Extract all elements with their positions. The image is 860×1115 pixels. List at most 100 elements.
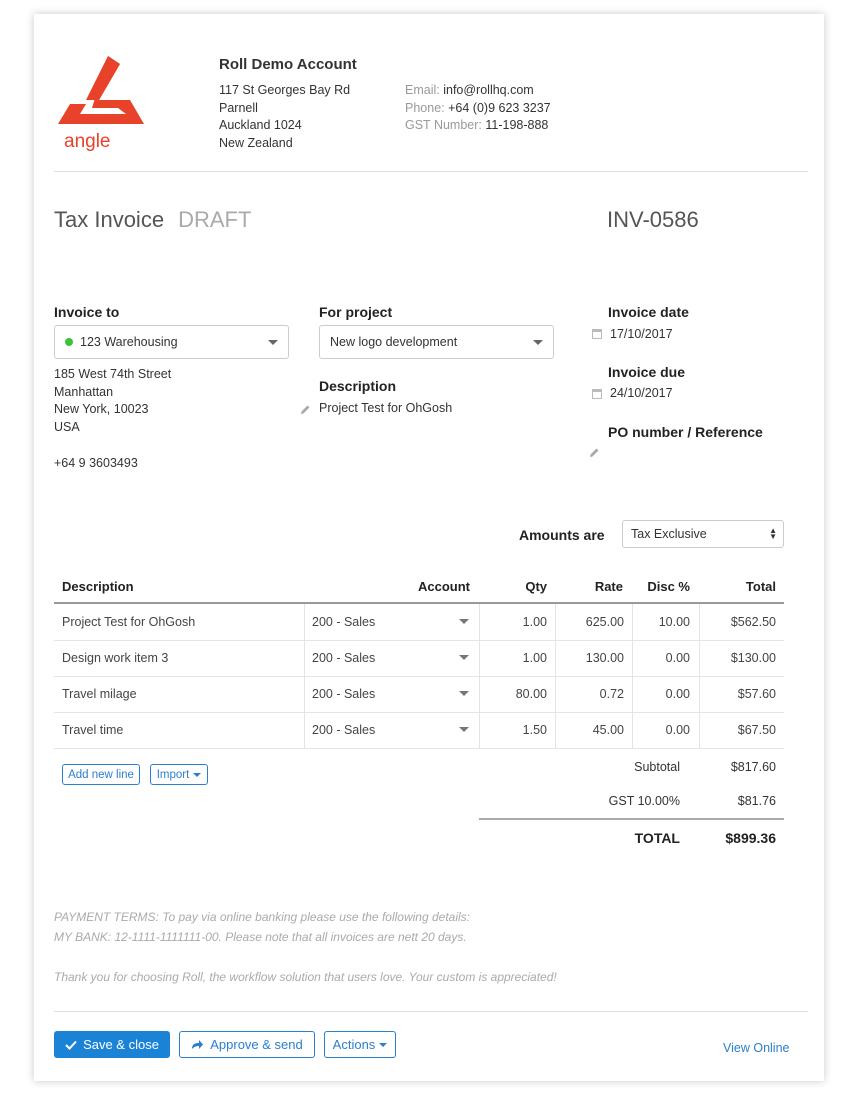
subtotal-label: Subtotal	[634, 760, 680, 774]
cell-divider	[304, 676, 305, 712]
client-address-line: Manhattan	[54, 384, 114, 399]
phone-value: +64 (0)9 623 3237	[448, 100, 551, 115]
gst-label: GST Number:	[405, 118, 482, 133]
updown-icon: ▲ ▼	[769, 526, 777, 541]
row-qty[interactable]: 1.50	[479, 712, 547, 748]
pencil-icon[interactable]	[588, 447, 600, 459]
table-row: Travel time 200 - Sales 1.50 45.00 0.00 …	[54, 712, 784, 749]
chevron-down-icon[interactable]	[459, 691, 469, 696]
company-address-line: 117 St Georges Bay Rd	[219, 83, 351, 97]
table-row: Project Test for OhGosh 200 - Sales 1.00…	[54, 604, 784, 641]
check-icon	[65, 1040, 77, 1050]
table-row: Design work item 3 200 - Sales 1.00 130.…	[54, 640, 784, 677]
invoice-date-label: Invoice date	[608, 304, 689, 320]
client-address-line: 185 West 74th Street	[54, 367, 172, 381]
divider	[54, 171, 808, 172]
caret-down-icon	[379, 1042, 388, 1047]
col-account: Account	[418, 579, 470, 594]
calendar-icon[interactable]	[592, 389, 602, 399]
row-account[interactable]: 200 - Sales	[312, 676, 375, 712]
chevron-down-icon	[268, 340, 278, 345]
chevron-down-icon[interactable]	[459, 655, 469, 660]
col-qty: Qty	[525, 579, 547, 594]
row-total: $67.50	[737, 723, 776, 737]
approve-send-label: Approve & send	[210, 1037, 303, 1052]
invoice-date-value[interactable]: 17/10/2017	[610, 326, 673, 344]
row-rate[interactable]: 0.72	[555, 676, 624, 712]
cell-divider	[304, 604, 305, 640]
client-select[interactable]: 123 Warehousing	[54, 325, 289, 359]
company-address-line: Auckland 1024	[219, 118, 302, 133]
table-row: Travel milage 200 - Sales 80.00 0.72 0.0…	[54, 676, 784, 713]
totals-rule	[479, 818, 784, 820]
row-description[interactable]: Project Test for OhGosh	[62, 604, 195, 640]
actions-label: Actions	[332, 1037, 376, 1052]
chevron-down-icon[interactable]	[459, 619, 469, 624]
company-contact: Email: info@rollhq.com Phone: +64 (0)9 6…	[405, 82, 551, 135]
row-disc[interactable]: 10.00	[632, 604, 690, 640]
footer-divider	[54, 1011, 808, 1012]
row-rate[interactable]: 45.00	[555, 712, 624, 748]
invoice-number: INV-0586	[607, 207, 699, 232]
cell-divider	[304, 712, 305, 748]
gst-value: 11-198-888	[485, 118, 549, 133]
cell-divider	[304, 640, 305, 676]
invoice-type: Tax Invoice	[54, 207, 165, 232]
caret-down-icon	[193, 772, 202, 777]
share-arrow-icon	[192, 1040, 204, 1049]
save-close-label: Save & close	[83, 1037, 159, 1052]
bank-details: MY BANK: 12-1111-1111111-00. Please note…	[54, 930, 467, 944]
row-rate[interactable]: 625.00	[555, 604, 624, 640]
row-description[interactable]: Travel time	[62, 712, 123, 748]
row-rate[interactable]: 130.00	[555, 640, 624, 676]
po-number-label: PO number / Reference	[608, 424, 763, 440]
approve-send-button[interactable]: Approve & send	[179, 1031, 315, 1058]
import-button[interactable]: Import	[150, 764, 208, 785]
total-label: TOTAL	[634, 830, 680, 846]
client-phone: +64 9 3603493	[54, 456, 138, 470]
total-value: $899.36	[725, 830, 776, 846]
invoice-due-value[interactable]: 24/10/2017	[610, 385, 673, 403]
tax-mode-select[interactable]: Tax Exclusive ▲ ▼	[622, 520, 784, 548]
row-account[interactable]: 200 - Sales	[312, 604, 375, 640]
payment-terms: PAYMENT TERMS: To pay via online banking…	[54, 910, 470, 924]
description-value[interactable]: Project Test for OhGosh	[319, 400, 452, 418]
logo-mark-stroke	[86, 56, 120, 100]
row-description[interactable]: Travel milage	[62, 676, 137, 712]
calendar-icon[interactable]	[592, 329, 602, 339]
tax-mode-value: Tax Exclusive	[631, 527, 707, 541]
project-select-value: New logo development	[330, 335, 458, 349]
row-disc[interactable]: 0.00	[632, 712, 690, 748]
actions-button[interactable]: Actions	[324, 1031, 396, 1058]
project-select[interactable]: New logo development	[319, 325, 554, 359]
project-label: For project	[319, 304, 393, 320]
view-online-link[interactable]: View Online	[723, 1041, 789, 1055]
company-logo: angle	[58, 56, 144, 152]
email-label: Email:	[405, 83, 440, 97]
chevron-down-icon[interactable]	[459, 727, 469, 732]
row-description[interactable]: Design work item 3	[62, 640, 168, 676]
invoice-due-label: Invoice due	[608, 364, 686, 380]
row-disc[interactable]: 0.00	[632, 640, 690, 676]
page-title: Tax Invoice DRAFT	[54, 207, 251, 233]
col-description: Description	[62, 579, 134, 594]
col-total: Total	[745, 579, 776, 594]
col-rate: Rate	[594, 579, 623, 594]
save-close-button[interactable]: Save & close	[54, 1031, 170, 1058]
row-account[interactable]: 200 - Sales	[312, 712, 375, 748]
col-disc: Disc %	[647, 579, 690, 594]
row-qty[interactable]: 80.00	[479, 676, 547, 712]
add-line-button[interactable]: Add new line	[62, 764, 140, 785]
amounts-are-label: Amounts are	[519, 527, 605, 543]
row-disc[interactable]: 0.00	[632, 676, 690, 712]
row-qty[interactable]: 1.00	[479, 604, 547, 640]
client-status-dot	[65, 338, 73, 346]
import-label: Import	[156, 768, 190, 781]
pencil-icon[interactable]	[299, 404, 311, 416]
company-name: Roll Demo Account	[219, 56, 357, 73]
gst-value: $81.76	[737, 794, 776, 808]
row-account[interactable]: 200 - Sales	[312, 640, 375, 676]
row-total: $562.50	[730, 615, 776, 629]
gst-label: GST 10.00%	[608, 794, 680, 808]
row-qty[interactable]: 1.00	[479, 640, 547, 676]
